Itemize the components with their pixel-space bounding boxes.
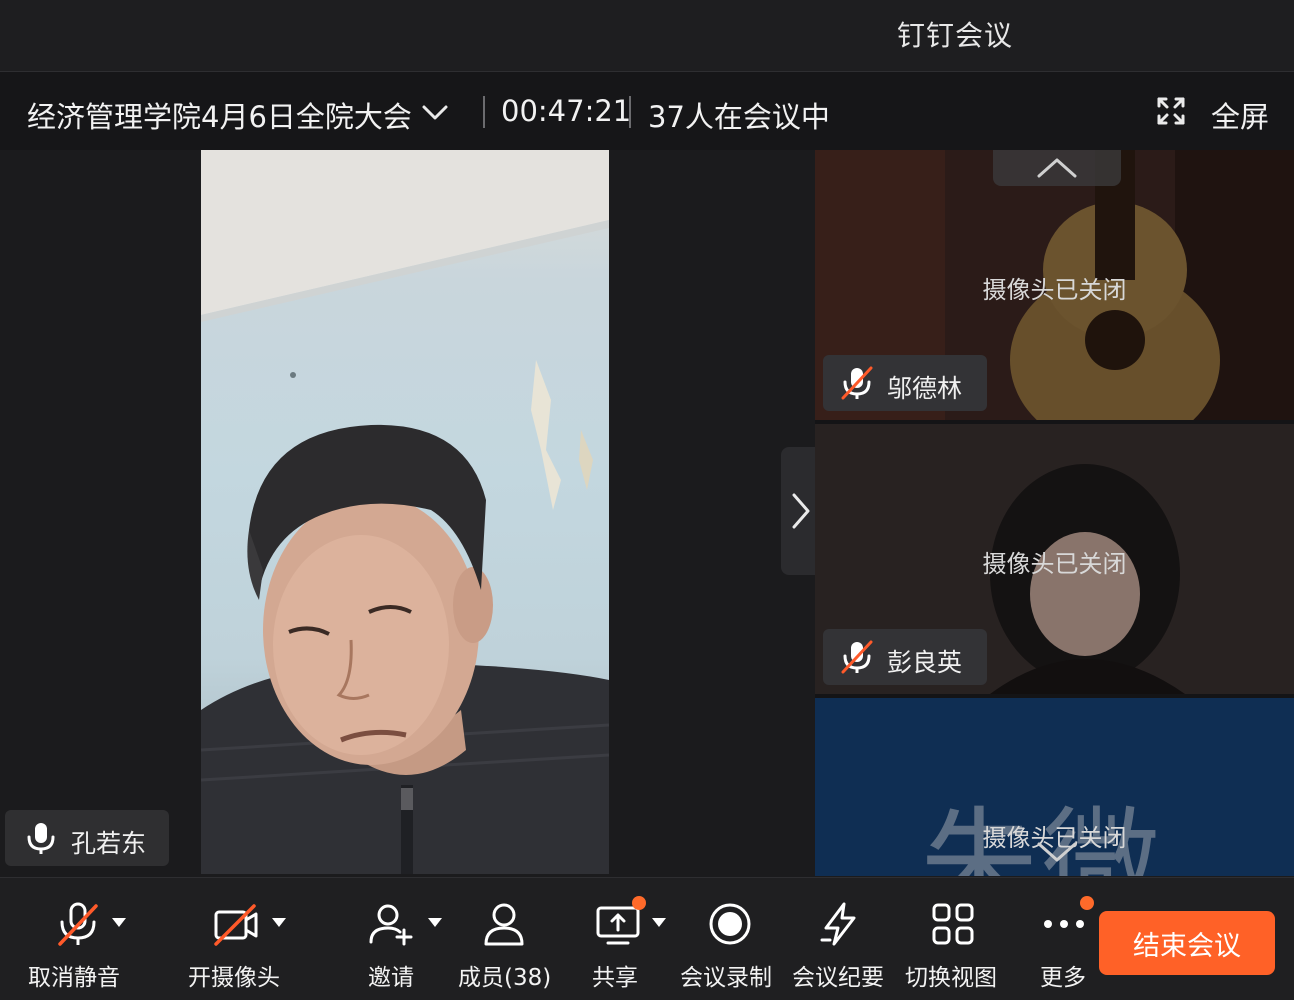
- caret-down-icon[interactable]: [112, 918, 126, 928]
- invite-button[interactable]: 邀请: [366, 878, 446, 1000]
- meeting-info-bar: 经济管理学院4月6日全院大会 00:47:21 37人在会议中 全屏: [0, 72, 1294, 150]
- fullscreen-icon: [1157, 97, 1185, 125]
- speaker-name-tag: 孔若东: [5, 810, 169, 866]
- caret-down-icon[interactable]: [428, 918, 442, 928]
- participant-tile[interactable]: 摄像头已关闭 彭良英: [815, 424, 1294, 694]
- participant-name: 彭良英: [887, 648, 963, 677]
- notification-dot: [1080, 896, 1094, 910]
- caret-down-icon[interactable]: [652, 918, 666, 928]
- chevron-right-icon: [792, 493, 810, 529]
- scroll-down-button[interactable]: [993, 840, 1121, 876]
- participant-tile[interactable]: 摄像头已关闭 邬德林: [815, 150, 1294, 420]
- app-title: 钉钉会议: [896, 19, 1013, 52]
- fullscreen-button[interactable]: 全屏: [1156, 86, 1276, 136]
- mic-muted-icon: [841, 640, 873, 674]
- speaker-name: 孔若东: [71, 829, 147, 858]
- invite-user-icon: [369, 904, 413, 946]
- invite-label: 邀请: [368, 965, 414, 991]
- divider: [629, 96, 631, 128]
- chevron-down-icon: [1037, 842, 1077, 862]
- more-button[interactable]: 更多: [1040, 878, 1100, 1000]
- switch-view-label: 切换视图: [905, 965, 997, 991]
- minutes-icon: [820, 902, 856, 946]
- record-label: 会议录制: [680, 965, 772, 991]
- caret-down-icon[interactable]: [272, 918, 286, 928]
- chevron-up-icon: [1037, 158, 1077, 178]
- end-meeting-button[interactable]: 结束会议: [1099, 911, 1275, 975]
- unmute-label: 取消静音: [28, 965, 120, 991]
- speaker-video-image: [201, 150, 609, 874]
- members-icon: [484, 903, 524, 946]
- camera-label: 开摄像头: [188, 965, 280, 991]
- mic-muted-icon: [58, 902, 98, 946]
- meeting-toolbar: 取消静音 开摄像头 邀请 成员(38) 共享 会议录制 会议纪要 切换视图 更多…: [0, 877, 1294, 1000]
- unmute-button[interactable]: 取消静音: [28, 878, 148, 1000]
- meeting-timer: 00:47:21: [501, 94, 632, 128]
- participant-rail: 摄像头已关闭 邬德林 摄像头已关闭 彭良英 朱微 摄像头已关闭: [815, 150, 1294, 876]
- record-icon: [709, 903, 751, 945]
- share-label: 共享: [592, 965, 638, 991]
- members-button[interactable]: 成员(38): [458, 878, 558, 1000]
- notification-dot: [632, 896, 646, 910]
- mic-icon: [27, 823, 55, 854]
- camera-off-icon: [214, 904, 258, 946]
- main-stage: 孔若东: [0, 150, 821, 876]
- participant-name: 邬德林: [887, 374, 963, 403]
- title-bar: 钉钉会议: [0, 0, 1294, 72]
- minutes-button[interactable]: 会议纪要: [792, 878, 892, 1000]
- participant-name-tag: 彭良英: [823, 629, 987, 685]
- meeting-title[interactable]: 经济管理学院4月6日全院大会: [27, 94, 412, 136]
- camera-off-status: 摄像头已关闭: [982, 550, 1127, 578]
- more-label: 更多: [1040, 965, 1086, 991]
- chevron-down-icon[interactable]: [418, 96, 452, 130]
- camera-off-status: 摄像头已关闭: [982, 276, 1127, 304]
- mic-muted-icon: [841, 366, 873, 400]
- grid-view-icon: [932, 903, 974, 945]
- share-button[interactable]: 共享: [592, 878, 672, 1000]
- record-button[interactable]: 会议录制: [680, 878, 780, 1000]
- fullscreen-label: 全屏: [1211, 100, 1270, 134]
- minutes-label: 会议纪要: [792, 965, 884, 991]
- camera-button[interactable]: 开摄像头: [188, 878, 308, 1000]
- participant-count[interactable]: 37人在会议中: [648, 94, 830, 136]
- scroll-up-button[interactable]: [993, 150, 1121, 186]
- switch-view-button[interactable]: 切换视图: [905, 878, 1005, 1000]
- divider: [483, 96, 485, 128]
- members-label: 成员(38): [458, 965, 552, 991]
- participant-name-tag: 邬德林: [823, 355, 987, 411]
- speaker-video[interactable]: [201, 150, 609, 874]
